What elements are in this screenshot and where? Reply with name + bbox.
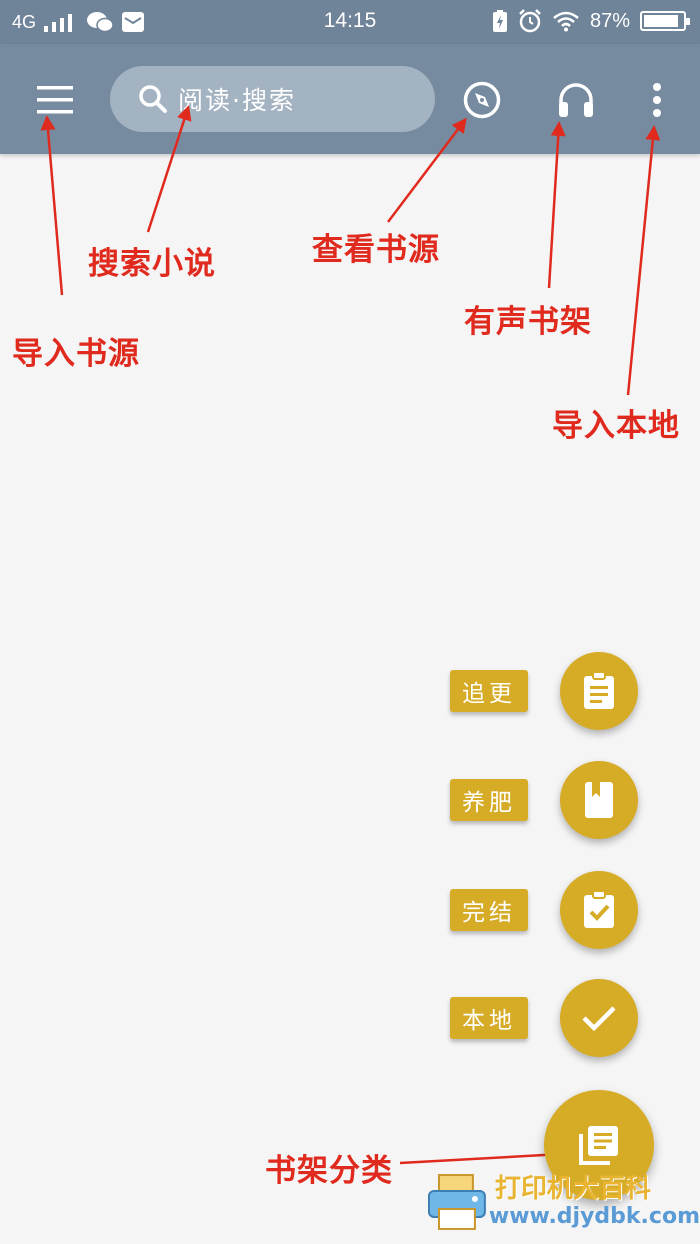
fab-item-fattening[interactable]: 养肥 <box>450 761 638 839</box>
book-source-button[interactable] <box>454 72 510 128</box>
fab-label[interactable]: 追更 <box>450 670 528 712</box>
arrow-import-local <box>626 125 661 396</box>
clipboard-check-icon <box>584 891 614 928</box>
wifi-icon <box>553 11 579 32</box>
annotation-import-local: 导入本地 <box>552 408 680 444</box>
more-button[interactable] <box>629 72 685 128</box>
alarm-icon <box>519 9 541 33</box>
annotation-search-novel: 搜索小说 <box>88 246 216 282</box>
status-right: 87% <box>492 9 690 33</box>
book-bookmark-icon <box>585 782 613 818</box>
fab-item-local[interactable]: 本地 <box>450 979 638 1057</box>
watermark: 打印机大百科 www.djydbk.com <box>425 1158 700 1244</box>
fab-button[interactable] <box>560 761 638 839</box>
check-icon <box>582 1006 616 1032</box>
printer-logo-icon <box>427 1174 486 1230</box>
status-bar: 4G 14:15 87% <box>0 0 700 44</box>
search-input[interactable]: 阅读·搜索 <box>110 66 435 132</box>
charging-icon <box>492 10 507 32</box>
fab-label[interactable]: 养肥 <box>450 779 528 821</box>
battery-percent: 87% <box>589 9 630 32</box>
clipboard-list-icon <box>584 672 614 709</box>
menu-button[interactable] <box>27 72 83 128</box>
app-toolbar: 阅读·搜索 <box>0 44 700 154</box>
search-icon <box>139 85 167 113</box>
audio-shelf-button[interactable] <box>548 72 604 128</box>
fab-item-finished[interactable]: 完结 <box>450 871 638 949</box>
battery-icon <box>640 11 690 31</box>
headphones-icon <box>559 83 593 117</box>
menu-icon <box>37 86 73 114</box>
fab-label[interactable]: 完结 <box>450 889 528 931</box>
watermark-url: www.djydbk.com <box>488 1203 700 1229</box>
compass-icon <box>463 81 501 119</box>
annotation-shelf-category: 书架分类 <box>265 1153 393 1189</box>
annotation-import-source: 导入书源 <box>12 336 140 372</box>
annotation-view-source: 查看书源 <box>312 232 440 268</box>
more-vert-icon <box>653 83 661 117</box>
fab-label[interactable]: 本地 <box>450 997 528 1039</box>
search-placeholder: 阅读·搜索 <box>178 86 296 115</box>
fab-button[interactable] <box>560 871 638 949</box>
annotation-audio-shelf: 有声书架 <box>464 304 592 340</box>
watermark-text: 打印机大百科 <box>494 1173 651 1204</box>
fab-button[interactable] <box>560 652 638 730</box>
fab-item-following[interactable]: 追更 <box>450 652 638 730</box>
fab-button[interactable] <box>560 979 638 1057</box>
annotation-arrows <box>40 105 661 1165</box>
